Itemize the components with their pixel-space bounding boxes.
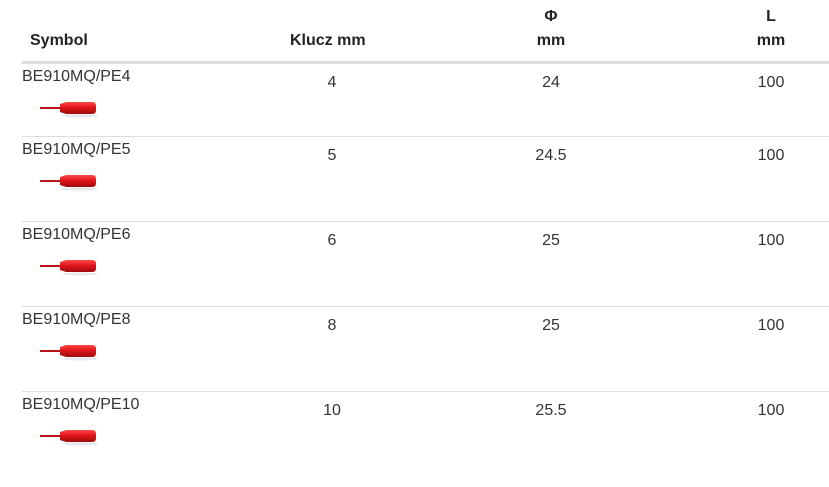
table-row: BE910MQ/PE10 10 25.5 100 — [22, 392, 829, 472]
row-klucz: 8 — [327, 317, 337, 334]
row-diameter: 25 — [542, 232, 560, 249]
row-symbol[interactable]: BE910MQ/PE10 — [22, 395, 139, 415]
table-row: BE910MQ/PE8 8 25 100 — [22, 307, 829, 392]
red-screwdriver-bit-image[interactable] — [40, 256, 100, 276]
row-symbol[interactable]: BE910MQ/PE6 — [22, 225, 131, 245]
row-klucz: 10 — [323, 402, 341, 419]
row-length: 100 — [757, 317, 785, 334]
row-klucz: 5 — [327, 147, 337, 164]
header-klucz: Klucz mm — [290, 32, 366, 49]
row-length: 100 — [757, 402, 785, 419]
row-diameter: 24 — [542, 74, 560, 91]
header-length-unit: mm — [756, 32, 786, 49]
table-row: BE910MQ/PE5 5 24.5 100 — [22, 137, 829, 222]
row-length: 100 — [757, 147, 785, 164]
header-length: L mm — [751, 5, 791, 53]
red-screwdriver-bit-image[interactable] — [40, 341, 100, 361]
header-symbol: Symbol — [30, 32, 88, 49]
header-diameter-symbol: Φ — [544, 8, 558, 25]
row-diameter: 25 — [542, 317, 560, 334]
red-screwdriver-bit-image[interactable] — [40, 426, 100, 446]
red-screwdriver-bit-image[interactable] — [40, 171, 100, 191]
header-diameter: Φ mm — [531, 5, 571, 53]
row-length: 100 — [757, 232, 785, 249]
table-header: Symbol Klucz mm Φ mm L mm — [0, 0, 829, 62]
table-row: BE910MQ/PE4 4 24 100 — [22, 64, 829, 137]
header-diameter-unit: mm — [536, 32, 566, 49]
row-klucz: 6 — [327, 232, 337, 249]
header-length-symbol: L — [766, 8, 776, 25]
row-diameter: 25.5 — [535, 402, 567, 419]
table-row: BE910MQ/PE6 6 25 100 — [22, 222, 829, 307]
row-symbol[interactable]: BE910MQ/PE4 — [22, 67, 131, 87]
row-length: 100 — [757, 74, 785, 91]
row-klucz: 4 — [327, 74, 337, 91]
row-diameter: 24.5 — [535, 147, 567, 164]
product-table: Symbol Klucz mm Φ mm L mm BE910MQ/PE4 4 … — [0, 0, 829, 487]
red-screwdriver-bit-image[interactable] — [40, 98, 100, 118]
row-symbol[interactable]: BE910MQ/PE8 — [22, 310, 131, 330]
row-symbol[interactable]: BE910MQ/PE5 — [22, 140, 131, 160]
